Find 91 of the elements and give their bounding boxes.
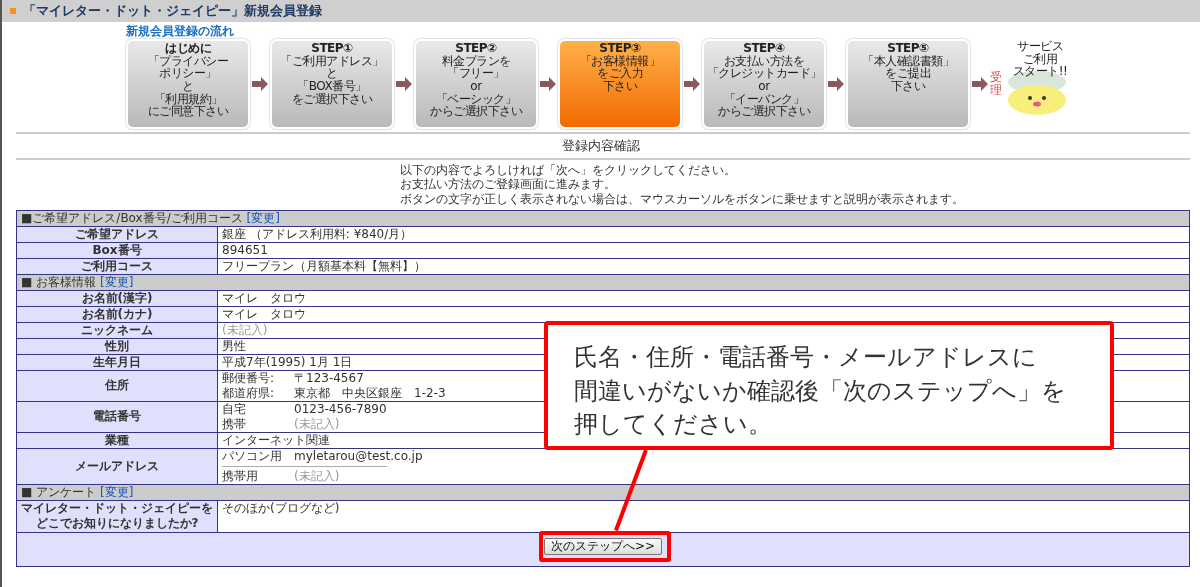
step-text: ポリシー」 — [159, 67, 217, 80]
section-title: ■ アンケート — [21, 484, 97, 499]
arrow-icon — [540, 77, 556, 92]
callout-text: 間違いがないか確認後「次のステップへ」を — [573, 376, 1066, 405]
callout-text: 押してください。 — [573, 410, 772, 439]
change-link[interactable]: [変更] — [246, 210, 280, 225]
step-heading: STEP① — [311, 42, 353, 55]
intro-text: ボタンの文字が正しく表示されない場合は、マウスカーソルをボタンに乗せますと説明が表示されます。 — [400, 191, 964, 206]
arrow-icon — [828, 77, 844, 92]
field-label: ご利用コース — [81, 258, 153, 273]
field-label: お名前(カナ) — [81, 306, 153, 321]
field-value: 平成7年(1995) 1月 1日 — [222, 354, 353, 369]
step-text: をご提出 — [885, 67, 931, 80]
field-label: Box番号 — [92, 242, 142, 257]
step-text: からご選択下さい — [430, 105, 522, 118]
step-heading: STEP② — [455, 42, 497, 55]
page-header-title: 「マイレター・ドット・ジェイピー」新規会員登録 — [23, 2, 322, 21]
step-text: or — [758, 79, 770, 93]
field-label: 電話番号 — [93, 409, 141, 424]
intro-text: お支払い方法のご登録画面に進みます。 — [400, 177, 616, 192]
step-text: 「フリー」 — [447, 67, 505, 80]
step-heading: STEP⑤ — [887, 42, 929, 55]
arrow-icon — [684, 77, 700, 92]
step-text: 「ご利用アドレス」 — [280, 54, 384, 68]
field-key: 都道府県: — [222, 385, 294, 401]
step-heading: はじめに — [165, 42, 211, 55]
field-label: 性別 — [105, 338, 129, 353]
field-value: マイレ タロウ — [222, 290, 306, 305]
field-label: 生年月日 — [93, 354, 141, 369]
field-label: ご希望アドレス — [75, 226, 159, 241]
field-value: myletarou@test.co.jp — [294, 448, 423, 463]
field-label: 業種 — [105, 432, 129, 447]
step-text: にご同意下さい — [147, 105, 229, 118]
arrow-icon — [972, 77, 988, 92]
arrow-icon — [252, 77, 268, 92]
step-text: 「クレジットカード」 — [706, 67, 822, 80]
final-text: サービス — [1017, 40, 1063, 53]
field-label: ニックネーム — [81, 322, 153, 337]
step-text: をご入力 — [597, 67, 643, 80]
intro-text: 以下の内容でよろしければ「次へ」をクリックしてください。 — [400, 162, 736, 177]
step-text: 「イーバンク」 — [723, 92, 805, 106]
field-value: 0123-456-7890 — [294, 401, 387, 416]
step-text: お支払い方法を — [723, 54, 805, 68]
step-text: 下さい — [890, 79, 926, 93]
callout-text: 氏名・住所・電話番号・メールアドレスに — [573, 343, 1037, 371]
field-key: 携帯 — [222, 416, 294, 432]
final-text: スタート!! — [1012, 65, 1068, 78]
accepted-label: 受理 — [990, 71, 1002, 98]
step-text: 「BOX番号」 — [297, 79, 367, 93]
field-value: マイレ タロウ — [222, 306, 306, 321]
section-title: ■ お客様情報 — [21, 274, 97, 289]
field-value: 東京都 中央区銀座 1-2-3 — [294, 385, 446, 400]
field-key: パソコン用 — [222, 448, 294, 464]
step-text: と — [326, 67, 338, 80]
step-text: 「プライバシー — [147, 54, 229, 68]
field-value: フリープラン（月額基本料【無料】） — [222, 258, 426, 273]
field-label: メールアドレス — [75, 458, 159, 473]
step-heading: STEP③ — [599, 42, 641, 55]
field-value: インターネット関連 — [222, 432, 330, 447]
field-key: 携帯用 — [222, 468, 294, 484]
step-text: 「本人確認書類」 — [862, 54, 954, 68]
field-value: 〒123-4567 — [294, 370, 364, 385]
step-text: 下さい — [602, 79, 638, 93]
arrow-icon — [396, 77, 412, 92]
section-title: ■ご希望アドレス/Box番号/ご利用コース — [21, 210, 243, 225]
change-link[interactable]: [変更] — [100, 274, 134, 289]
field-label: お名前(漢字) — [81, 290, 153, 305]
field-key: 郵便番号: — [222, 370, 294, 386]
field-label: マイレター・ドット・ジェイピーを — [21, 501, 213, 516]
step-text: からご選択下さい — [718, 105, 810, 118]
step-text: をご選択下さい — [291, 92, 373, 106]
bullet-icon — [10, 8, 16, 14]
field-value: 銀座 （アドレス利用料: ¥840/月） — [222, 226, 413, 241]
change-link[interactable]: [変更] — [100, 484, 134, 499]
step-text: 「ベーシック」 — [435, 92, 517, 106]
step-heading: STEP④ — [743, 42, 785, 55]
final-text: ご利用 — [1022, 52, 1058, 66]
field-value: 男性 — [222, 338, 246, 353]
confirm-title: 登録内容確認 — [562, 138, 640, 154]
step-text: 料金プランを — [441, 54, 511, 68]
step-text: 「利用規約」 — [153, 92, 223, 106]
step-text: or — [470, 79, 482, 93]
field-label: 住所 — [105, 378, 129, 393]
step-text: 「お客様情報」 — [579, 54, 661, 68]
step-text: と — [182, 79, 194, 93]
field-key: 自宅 — [222, 401, 294, 417]
field-value: 894651 — [222, 242, 268, 257]
flow-title: 新規会員登録の流れ — [126, 25, 235, 39]
next-step-button[interactable]: 次のステップへ>> — [543, 537, 663, 555]
field-value: そのほか(ブログなど) — [222, 500, 340, 515]
field-label: どこでお知りになりましたか? — [35, 516, 199, 531]
